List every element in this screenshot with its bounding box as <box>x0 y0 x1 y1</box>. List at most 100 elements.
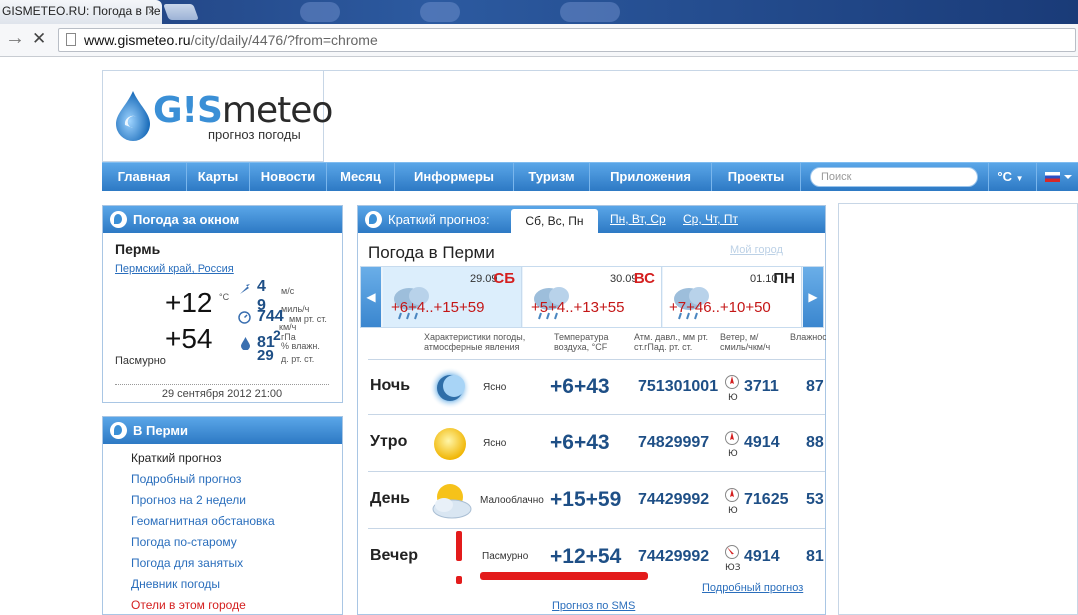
panel-title: В Перми <box>103 417 342 444</box>
pressure-inch-unit: д. рт. ст. <box>281 354 315 364</box>
day-name: ПН <box>773 270 795 287</box>
header-divider <box>324 70 1078 71</box>
pressure-inch-value: 29 <box>257 347 274 364</box>
day-temp-range: +6+4..+15+59 <box>391 299 485 316</box>
nav-item-apps[interactable]: Приложения <box>590 163 712 191</box>
time-of-day: Утро <box>370 433 408 450</box>
weather-condition: Ясно <box>483 382 507 393</box>
menu-item-two-weeks[interactable]: Прогноз на 2 недели <box>131 493 246 507</box>
day-name: СБ <box>493 270 515 287</box>
wind: 4914 <box>744 548 780 565</box>
day-temp-range: +5+4..+13+55 <box>531 299 625 316</box>
weather-condition: Ясно <box>483 438 507 449</box>
address-bar[interactable]: www.gismeteo.ru/city/daily/4476/?from=ch… <box>58 28 1076 52</box>
nav-item-maps[interactable]: Карты <box>187 163 250 191</box>
pressure-gauge-icon <box>238 311 251 324</box>
time-of-day: День <box>370 490 410 507</box>
humidity: 81 <box>806 548 824 565</box>
nav-item-informers[interactable]: Информеры <box>395 163 514 191</box>
moon-clear-icon <box>429 367 471 409</box>
temperature: +15+59 <box>550 488 622 511</box>
unit-selector[interactable]: °C ▼ <box>988 163 1032 191</box>
temperature: +6+43 <box>550 431 610 454</box>
wind-direction-icon: ЮЗ <box>725 545 740 572</box>
menu-item-old-style[interactable]: Погода по-старому <box>131 535 237 549</box>
column-header: Температура воздуха, °CF <box>554 332 609 352</box>
stop-icon[interactable]: ✕ <box>32 29 46 49</box>
column-header: Атм. давл., мм рт. ст.гПад. рт. ст. <box>634 332 709 352</box>
gismeteo-drop-icon <box>110 211 127 228</box>
panel-title: Погода за окном <box>103 206 342 233</box>
wind-direction-icon: Ю <box>725 431 739 458</box>
nav-item-tourism[interactable]: Туризм <box>514 163 590 191</box>
wind-direction-label: ЮЗ <box>725 563 740 572</box>
russia-flag-icon <box>1045 172 1060 182</box>
region-link[interactable]: Пермский край <box>115 263 192 275</box>
speed-kmh-unit: км/ч <box>279 322 297 332</box>
advertisement-area <box>838 203 1078 615</box>
wind-arrow-icon <box>240 284 250 294</box>
pressure: 74429992 <box>638 548 710 565</box>
background-decoration <box>420 2 460 22</box>
observation-datetime: 29 сентября 2012 21:00 <box>115 384 329 400</box>
tab-sat-sun-mon[interactable]: Сб, Вс, Пн <box>511 209 598 234</box>
language-selector[interactable] <box>1036 163 1078 191</box>
wind: 71625 <box>744 491 789 508</box>
country-link[interactable]: Россия <box>198 263 234 275</box>
menu-item-brief-forecast[interactable]: Краткий прогноз <box>131 451 221 465</box>
temp-celsius-unit: °C <box>219 292 230 302</box>
browser-tab[interactable]: GISMETEO.RU: Погода в Пе × <box>0 0 162 24</box>
pressure: 751301001 <box>638 378 719 395</box>
tab-mon-tue-wed[interactable]: Пн, Вт, Ср <box>610 212 666 226</box>
forward-arrow-icon[interactable]: → <box>5 27 25 50</box>
carousel-next-button[interactable]: ▶ <box>803 267 823 327</box>
wind: 3711 <box>744 378 779 395</box>
nav-item-home[interactable]: Главная <box>102 163 187 191</box>
menu-item-diary[interactable]: Дневник погоды <box>131 577 220 591</box>
new-tab-button[interactable] <box>163 4 199 20</box>
page-title: Погода в Перми <box>368 243 495 262</box>
city-name: Пермь <box>115 241 161 257</box>
water-drop-icon <box>116 91 150 141</box>
menu-item-geomagnetic[interactable]: Геомагнитная обстановка <box>131 514 275 528</box>
close-icon[interactable]: × <box>148 4 155 18</box>
column-header: Влажнос <box>790 332 826 342</box>
annotation-mark <box>456 576 462 584</box>
pressure: 74829997 <box>638 434 710 451</box>
carousel-prev-button[interactable]: ◀ <box>361 267 381 327</box>
forecast-row: Ночь Ясно +6+43 751301001 Ю 3711 87 <box>368 359 825 415</box>
day-card[interactable]: 30.09 ВС +5+4..+13+55 <box>523 267 662 327</box>
day-card[interactable]: 01.10 ПН +7+46..+10+50 <box>663 267 802 327</box>
nav-item-projects[interactable]: Проекты <box>712 163 801 191</box>
days-carousel: ◀ 29.09 СБ +6+4..+15+59 30.09 ВС +5+4..+… <box>360 266 824 328</box>
main-navigation: Главная Карты Новости Месяц Информеры Ту… <box>102 162 1078 191</box>
nav-item-news[interactable]: Новости <box>250 163 327 191</box>
wind-direction-icon: Ю <box>725 375 739 402</box>
day-card[interactable]: 29.09 СБ +6+4..+15+59 <box>383 267 522 327</box>
detailed-forecast-link[interactable]: Подробный прогноз <box>702 582 803 594</box>
search-input[interactable]: Поиск <box>810 167 978 187</box>
wind-direction-icon: Ю <box>725 488 739 515</box>
humidity: 88 <box>806 434 824 451</box>
tab-title: GISMETEO.RU: Погода в Пе <box>2 4 161 18</box>
weather-condition: Пасмурно <box>482 551 529 562</box>
forecast-panel: Краткий прогноз: Сб, Вс, Пн Пн, Вт, Ср С… <box>357 205 826 615</box>
menu-item-busy[interactable]: Погода для занятых <box>131 556 243 570</box>
wind-direction-label: Ю <box>728 393 738 402</box>
menu-item-hotels[interactable]: Отели в этом городе <box>131 598 246 612</box>
humidity: 87 <box>806 378 824 395</box>
city-menu-panel: В Перми Краткий прогноз Подробный прогно… <box>102 416 343 615</box>
forecast-row: Утро Ясно +6+43 74829997 Ю 4914 88 <box>368 416 825 472</box>
weather-description: Пасмурно <box>115 355 166 367</box>
my-city-link[interactable]: Мой город <box>730 244 783 256</box>
forecast-panel-title: Краткий прогноз: <box>388 212 490 227</box>
gismeteo-drop-icon <box>365 211 382 228</box>
tab-wed-thu-fri[interactable]: Ср, Чт, Пт <box>683 212 738 226</box>
menu-item-detailed-forecast[interactable]: Подробный прогноз <box>131 472 241 486</box>
nav-item-month[interactable]: Месяц <box>327 163 395 191</box>
annotation-mark <box>456 531 462 561</box>
sms-forecast-link[interactable]: Прогноз по SMS <box>552 600 635 612</box>
brand-name: G!Smeteo <box>153 90 333 131</box>
time-of-day: Ночь <box>370 377 411 394</box>
site-logo[interactable]: G!Smeteo прогноз погоды <box>102 70 333 162</box>
